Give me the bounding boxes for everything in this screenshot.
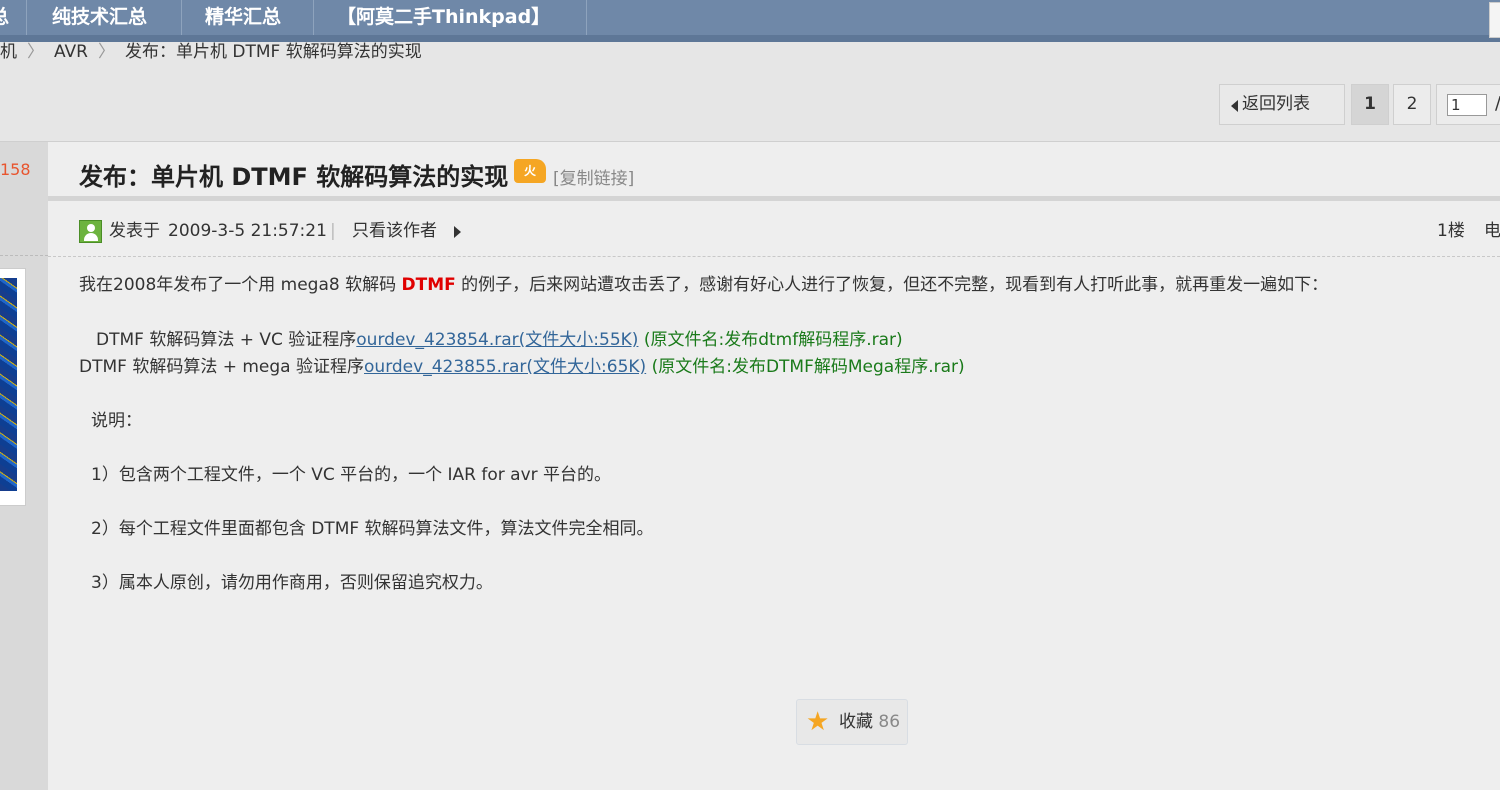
nav-divider: [313, 0, 314, 35]
attachment-link[interactable]: ourdev_423854.rar(文件大小:55K): [356, 330, 638, 350]
intro-text-after: 的例子，后来网站遭攻击丢了，感谢有好心人进行了恢复，但还不完整，现看到有人打听此…: [455, 275, 1329, 295]
nav-divider: [181, 0, 182, 35]
copy-link-button[interactable]: [复制链接]: [553, 164, 634, 189]
avatar[interactable]: [0, 268, 26, 506]
attachment-line: DTMF 软解码算法 + VC 验证程序ourdev_423854.rar(文件…: [96, 327, 903, 354]
note-item: 3）属本人原创，请勿用作商用，否则保留追究权力。: [91, 573, 493, 593]
posted-label: 发表于: [109, 221, 160, 241]
nav-item-thinkpad[interactable]: 【阿莫二手Thinkpad】: [337, 0, 550, 35]
attachment-link[interactable]: ourdev_423855.rar(文件大小:65K): [364, 357, 646, 377]
hot-badge-icon: 火: [514, 159, 546, 183]
nav-divider: [26, 0, 27, 35]
meta-divider: [48, 256, 1500, 257]
nav-item-tech-summary[interactable]: 纯技术汇总: [52, 0, 147, 35]
user-online-icon: [79, 220, 102, 243]
favorite-label: 收藏: [839, 712, 873, 732]
breadcrumb-separator: 〉: [27, 42, 44, 62]
top-nav: 总 纯技术汇总 精华汇总 【阿莫二手Thinkpad】: [0, 0, 1500, 42]
only-author-link[interactable]: 只看该作者: [352, 218, 437, 244]
note-item: 1）包含两个工程文件，一个 VC 平台的，一个 IAR for avr 平台的。: [91, 465, 612, 485]
author-stat-number[interactable]: 158: [0, 160, 31, 179]
favorite-count: 86: [878, 712, 901, 732]
page-1-button[interactable]: 1: [1351, 84, 1389, 125]
post-intro: 我在2008年发布了一个用 mega8 软解码 DTMF 的例子，后来网站遭攻击…: [79, 272, 1328, 299]
page-jump-input[interactable]: 1: [1447, 94, 1487, 116]
floor-number[interactable]: 1楼: [1437, 218, 1465, 244]
back-to-list-button[interactable]: 返回列表: [1219, 84, 1345, 125]
right-triangle-icon[interactable]: [454, 226, 461, 238]
breadcrumb-item-category[interactable]: 机: [0, 40, 17, 64]
attachment-original-name: (原文件名:发布dtmf解码程序.rar): [643, 330, 903, 350]
thread-title: 发布：单片机 DTMF 软解码算法的实现: [79, 163, 509, 191]
back-to-list-label: 返回列表: [1242, 94, 1310, 114]
floor-extra-link[interactable]: 电: [1484, 218, 1500, 244]
author-divider: [0, 255, 48, 256]
avatar-image: [0, 278, 17, 491]
meta-separator: |: [330, 221, 336, 241]
breadcrumb-separator: 〉: [97, 42, 115, 62]
page-2-button[interactable]: 2: [1393, 84, 1431, 125]
author-column: 158: [0, 142, 48, 790]
attachment-line: DTMF 软解码算法 + mega 验证程序ourdev_423855.rar(…: [79, 354, 965, 381]
attachment-prefix: DTMF 软解码算法 + VC 验证程序: [96, 330, 357, 350]
notes-title: 说明：: [91, 411, 142, 431]
breadcrumb: 机〉 AVR 〉发布：单片机 DTMF 软解码算法的实现: [0, 40, 422, 64]
attachment-prefix: DTMF 软解码算法 + mega 验证程序: [79, 357, 365, 377]
page-total-separator: /: [1495, 93, 1500, 114]
left-triangle-icon: [1231, 100, 1238, 112]
intro-text-before: 我在2008年发布了一个用 mega8 软解码: [79, 275, 402, 295]
breadcrumb-item-thread[interactable]: 发布：单片机 DTMF 软解码算法的实现: [125, 40, 422, 64]
intro-highlight: DTMF: [401, 275, 456, 295]
nav-divider: [586, 0, 587, 35]
note-item: 2）每个工程文件里面都包含 DTMF 软解码算法文件，算法文件完全相同。: [91, 519, 654, 539]
page-jump: 1 /: [1436, 84, 1500, 125]
nav-item-featured-summary[interactable]: 精华汇总: [205, 0, 281, 35]
title-underline: [48, 196, 1500, 201]
favorite-button[interactable]: ★ 收藏 86: [796, 699, 908, 745]
post-date: 2009-3-5 21:57:21: [168, 221, 327, 241]
nav-right-box[interactable]: [1489, 2, 1500, 38]
attachment-original-name: (原文件名:发布DTMF解码Mega程序.rar): [651, 357, 965, 377]
post-panel: 发布：单片机 DTMF 软解码算法的实现 火 [复制链接] 发表于 2009-3…: [48, 142, 1500, 790]
star-icon: ★: [806, 707, 830, 737]
breadcrumb-item-avr[interactable]: AVR: [54, 40, 88, 64]
nav-item-partial[interactable]: 总: [0, 0, 10, 35]
